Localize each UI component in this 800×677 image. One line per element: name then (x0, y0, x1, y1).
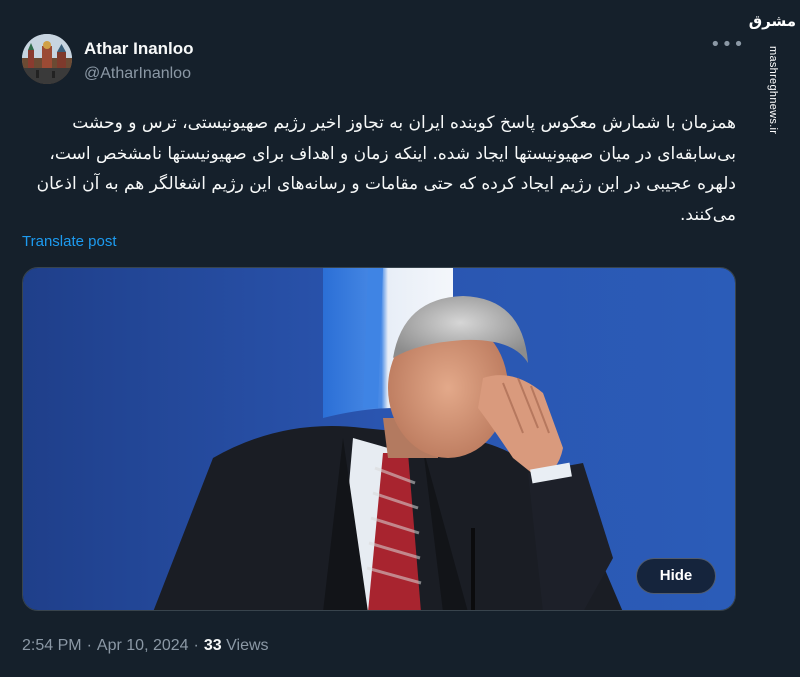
author-name[interactable]: Athar Inanloo (84, 38, 194, 60)
meta-separator: · (86, 637, 92, 654)
views-label: Views (226, 637, 269, 654)
tweet: Athar Inanloo @AtharInanloo ••• مشرق mas… (0, 0, 800, 677)
meta-separator: · (193, 637, 199, 654)
author-handle[interactable]: @AtharInanloo (84, 64, 191, 84)
post-text: همزمان با شمارش معکوس پاسخ کوبنده ایران … (36, 113, 736, 225)
post-meta: 2:54 PM · Apr 10, 2024 · 33 Views (22, 636, 269, 656)
hide-media-button[interactable]: Hide (636, 558, 716, 594)
post-photo (23, 268, 735, 610)
watermark: مشرق mashreghnews.ir (748, 6, 796, 134)
post-date[interactable]: Apr 10, 2024 (97, 637, 189, 654)
avatar-image (22, 34, 72, 84)
more-options-icon[interactable]: ••• (710, 36, 744, 60)
post-image[interactable] (22, 267, 736, 611)
watermark-logo: مشرق (748, 12, 796, 30)
watermark-site: mashreghnews.ir (767, 46, 779, 135)
translate-post-link[interactable]: Translate post (22, 232, 117, 252)
avatar[interactable] (22, 34, 72, 84)
views-count: 33 (203, 637, 222, 654)
post-time[interactable]: 2:54 PM (22, 637, 82, 654)
